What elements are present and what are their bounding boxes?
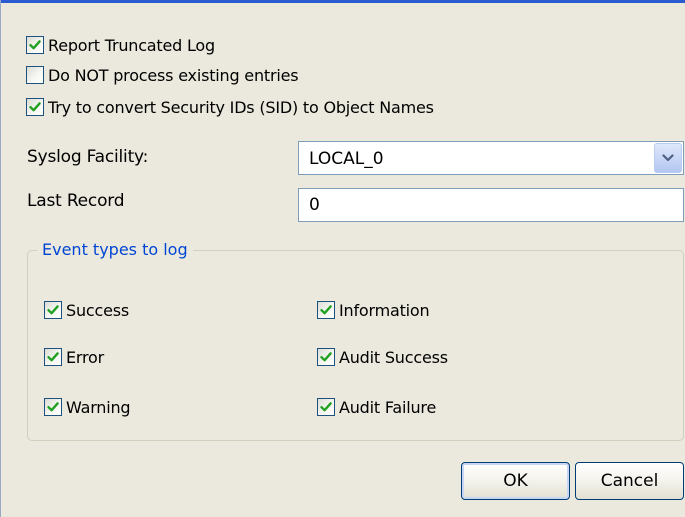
warning-label: Warning bbox=[66, 397, 131, 417]
checkmark-icon bbox=[320, 352, 332, 362]
report-truncated-log-option[interactable]: Report Truncated Log bbox=[26, 34, 215, 56]
audit-success-checkbox[interactable] bbox=[317, 348, 335, 366]
checkmark-icon bbox=[29, 40, 41, 50]
syslog-facility-value: LOCAL_0 bbox=[309, 149, 384, 169]
checkmark-icon bbox=[320, 305, 332, 315]
do-not-process-existing-checkbox[interactable] bbox=[26, 66, 44, 84]
warning-option[interactable]: Warning bbox=[44, 396, 131, 418]
audit-failure-checkbox[interactable] bbox=[317, 398, 335, 416]
do-not-process-existing-label: Do NOT process existing entries bbox=[48, 65, 299, 85]
convert-sid-option[interactable]: Try to convert Security IDs (SID) to Obj… bbox=[26, 96, 434, 118]
audit-failure-label: Audit Failure bbox=[339, 397, 437, 417]
information-checkbox[interactable] bbox=[317, 301, 335, 319]
success-label: Success bbox=[66, 300, 130, 320]
checkmark-icon bbox=[47, 305, 59, 315]
checkmark-icon bbox=[320, 402, 332, 412]
error-label: Error bbox=[66, 347, 105, 367]
audit-success-option[interactable]: Audit Success bbox=[317, 346, 448, 368]
information-label: Information bbox=[339, 300, 430, 320]
report-truncated-log-label: Report Truncated Log bbox=[48, 35, 215, 55]
convert-sid-label: Try to convert Security IDs (SID) to Obj… bbox=[48, 97, 434, 117]
checkmark-icon bbox=[47, 402, 59, 412]
information-option[interactable]: Information bbox=[317, 299, 430, 321]
ok-button[interactable]: OK bbox=[461, 462, 570, 500]
do-not-process-existing-option[interactable]: Do NOT process existing entries bbox=[26, 64, 299, 86]
success-checkbox[interactable] bbox=[44, 301, 62, 319]
event-types-legend: Event types to log bbox=[37, 240, 193, 259]
last-record-input[interactable] bbox=[298, 188, 684, 222]
success-option[interactable]: Success bbox=[44, 299, 129, 321]
audit-failure-option[interactable]: Audit Failure bbox=[317, 396, 436, 418]
warning-checkbox[interactable] bbox=[44, 398, 62, 416]
report-truncated-log-checkbox[interactable] bbox=[26, 36, 44, 54]
error-checkbox[interactable] bbox=[44, 348, 62, 366]
audit-success-label: Audit Success bbox=[339, 347, 448, 367]
syslog-settings-dialog: Report Truncated Log Do NOT process exis… bbox=[0, 0, 685, 517]
checkmark-icon bbox=[47, 352, 59, 362]
last-record-label: Last Record bbox=[27, 191, 125, 211]
checkmark-icon bbox=[29, 102, 41, 112]
syslog-facility-dropdown-button[interactable] bbox=[654, 143, 682, 173]
cancel-button[interactable]: Cancel bbox=[575, 462, 684, 500]
syslog-facility-label: Syslog Facility: bbox=[27, 147, 149, 167]
convert-sid-checkbox[interactable] bbox=[26, 98, 44, 116]
syslog-facility-select[interactable]: LOCAL_0 bbox=[298, 141, 684, 175]
error-option[interactable]: Error bbox=[44, 346, 104, 368]
chevron-down-icon bbox=[662, 154, 674, 162]
window-top-border bbox=[1, 0, 685, 3]
